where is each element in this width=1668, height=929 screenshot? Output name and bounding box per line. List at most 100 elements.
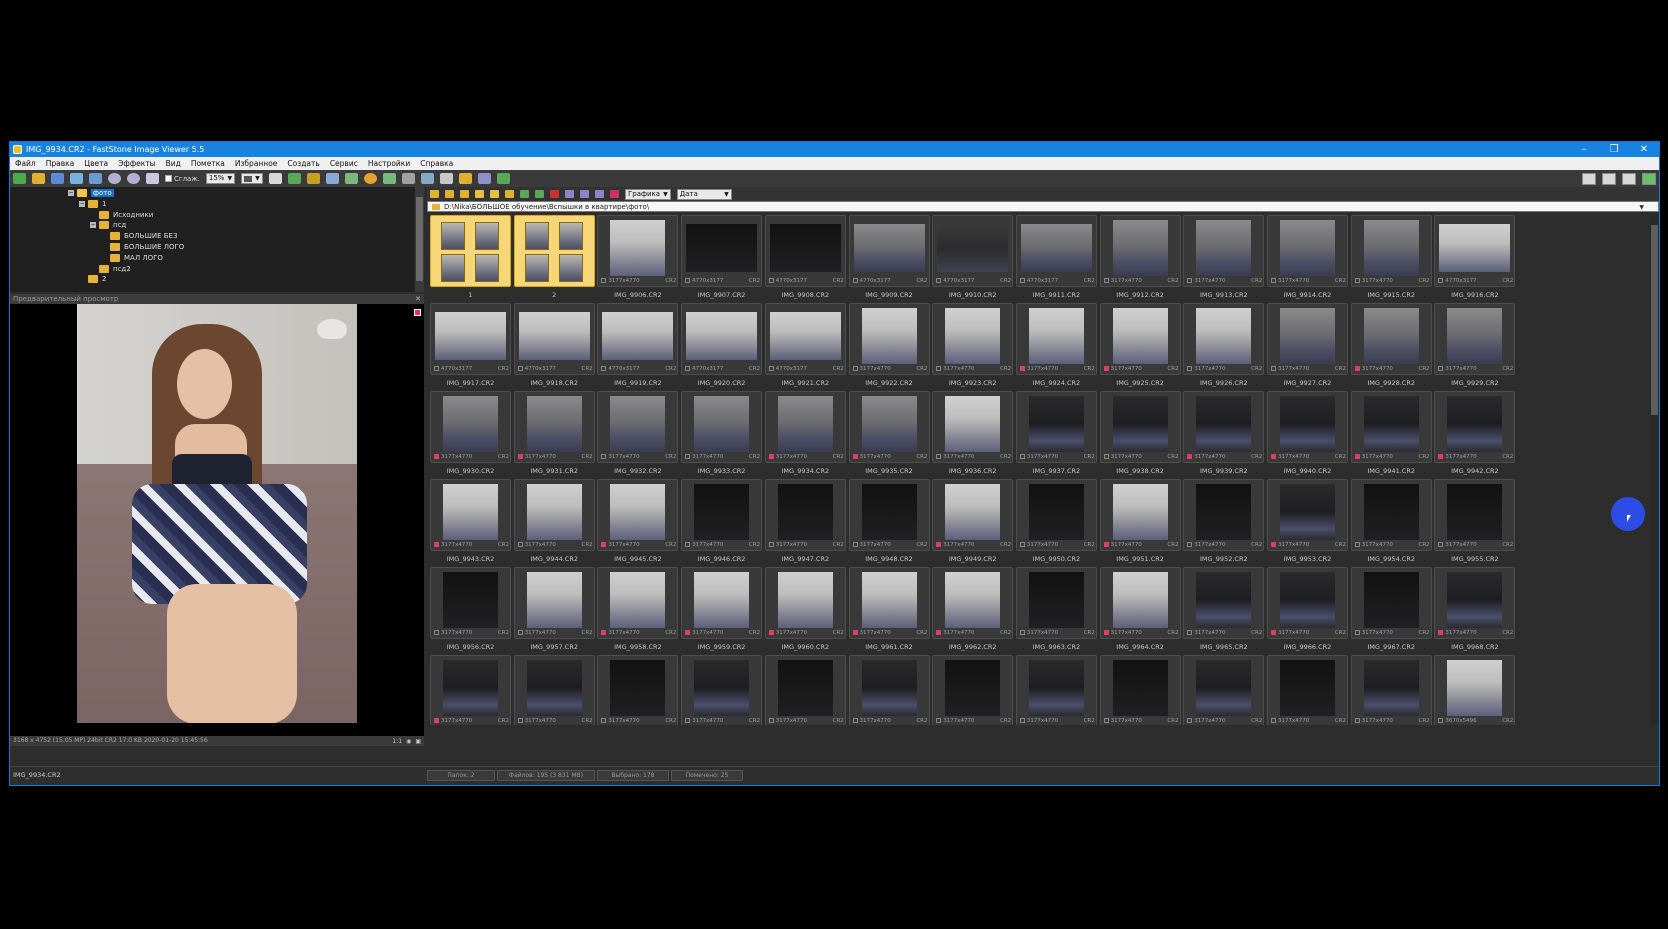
image-thumbnail[interactable]: 4770x3177 CR2 IMG_9916.CR2 (1434, 215, 1516, 303)
menu-item[interactable]: Сервис (325, 159, 363, 168)
image-thumbnail[interactable]: 4770x3177 CR2 IMG_9911.CR2 (1015, 215, 1097, 303)
grid-scrollbar-thumb[interactable] (1651, 225, 1658, 415)
tag-checkbox[interactable] (601, 454, 607, 459)
image-thumbnail[interactable]: 3177x4770 CR2 IMG_9960.CR2 (764, 567, 846, 655)
menu-item[interactable]: Правка (41, 159, 80, 168)
image-thumbnail[interactable]: 3177x4770 CR2 (764, 655, 846, 725)
thumbnail-frame[interactable]: 3177x4770 CR2 (932, 391, 1014, 463)
print-icon[interactable] (70, 173, 83, 184)
thumb-size-icon[interactable] (580, 190, 589, 198)
batch-icon[interactable] (420, 173, 434, 184)
thumbnail-frame[interactable]: 3177x4770 CR2 (681, 479, 763, 551)
thumbnail-frame[interactable]: 4770x3177 CR2 (764, 303, 846, 375)
image-thumbnail[interactable]: 3177x4770 CR2 IMG_9947.CR2 (764, 479, 846, 567)
image-thumbnail[interactable]: 4770x3177 CR2 IMG_9910.CR2 (932, 215, 1014, 303)
thumbnail-frame[interactable]: 3177x4770 CR2 (1183, 303, 1265, 375)
wallpaper-icon[interactable] (496, 173, 510, 184)
thumbnail-frame[interactable]: 3177x4770 CR2 (1267, 567, 1348, 639)
tag-checkbox[interactable] (1187, 278, 1193, 283)
email-icon[interactable] (89, 173, 102, 184)
tag-checkbox[interactable] (936, 278, 942, 283)
image-thumbnail[interactable]: 3177x4770 CR2 IMG_9940.CR2 (1267, 391, 1348, 479)
image-thumbnail[interactable]: 3670x5496 CR2 (1434, 655, 1516, 725)
menu-item[interactable]: Вид (161, 159, 186, 168)
image-thumbnail[interactable]: 3177x4770 CR2 IMG_9933.CR2 (681, 391, 763, 479)
tag-checkbox[interactable] (434, 366, 439, 371)
thumbnail-frame[interactable]: 3177x4770 CR2 (1434, 303, 1516, 375)
tag-checkbox[interactable] (1103, 278, 1109, 283)
thumbnail-frame[interactable]: 3177x4770 CR2 (932, 567, 1014, 639)
image-thumbnail[interactable]: 3177x4770 CR2 IMG_9925.CR2 (1099, 303, 1181, 391)
tag-checkbox[interactable] (768, 278, 774, 283)
tag-checkbox[interactable] (1438, 278, 1444, 283)
image-thumbnail[interactable]: 3177x4770 CR2 IMG_9913.CR2 (1183, 215, 1265, 303)
image-thumbnail[interactable]: 3177x4770 CR2 (1015, 655, 1097, 725)
thumbnail-frame[interactable]: 3177x4770 CR2 (1350, 215, 1432, 287)
tag-checkbox[interactable] (601, 630, 607, 635)
thumbnail-frame[interactable]: 4770x3177 CR2 (764, 215, 846, 287)
tag-checkbox[interactable] (768, 630, 774, 635)
up-folder-icon[interactable] (460, 190, 469, 198)
tree-item[interactable]: псд2 (90, 264, 131, 274)
thumbnail-frame[interactable]: 3177x4770 CR2 (597, 215, 679, 287)
image-thumbnail[interactable]: 3177x4770 CR2 IMG_9931.CR2 (513, 391, 595, 479)
rotate-right-icon[interactable] (306, 173, 320, 184)
folder-thumbnail[interactable]: 1 (430, 215, 511, 303)
image-thumbnail[interactable]: 4770x3177 CR2 IMG_9907.CR2 (681, 215, 763, 303)
open-icon[interactable] (13, 173, 26, 184)
thumbnail-frame[interactable]: 4770x3177 CR2 (681, 303, 763, 375)
tag-checkbox[interactable] (852, 366, 858, 371)
image-thumbnail[interactable]: 3177x4770 CR2 IMG_9923.CR2 (932, 303, 1014, 391)
image-thumbnail[interactable]: 3177x4770 CR2 IMG_9966.CR2 (1267, 567, 1348, 655)
view-select[interactable]: ▼ (241, 173, 263, 184)
tag-checkbox[interactable] (1271, 630, 1276, 635)
image-thumbnail[interactable]: 3177x4770 CR2 IMG_9942.CR2 (1434, 391, 1516, 479)
tag-checkbox[interactable] (852, 630, 858, 635)
scanner-icon[interactable] (477, 173, 491, 184)
image-thumbnail[interactable]: 3177x4770 CR2 (932, 655, 1014, 725)
tag-checkbox[interactable] (601, 366, 607, 371)
thumbnail-frame[interactable]: 3177x4770 CR2 (1099, 215, 1181, 287)
image-thumbnail[interactable]: 3177x4770 CR2 IMG_9964.CR2 (1099, 567, 1181, 655)
image-thumbnail[interactable]: 3177x4770 CR2 IMG_9955.CR2 (1434, 479, 1516, 567)
select-all-icon[interactable] (565, 190, 574, 198)
thumbnail-frame[interactable]: 3177x4770 CR2 (1267, 391, 1348, 463)
image-thumbnail[interactable]: 3177x4770 CR2 IMG_9939.CR2 (1183, 391, 1265, 479)
image-thumbnail[interactable]: 3177x4770 CR2 IMG_9951.CR2 (1099, 479, 1181, 567)
image-thumbnail[interactable]: 3177x4770 CR2 IMG_9927.CR2 (1267, 303, 1348, 391)
thumbnail-frame[interactable]: 3177x4770 CR2 (1350, 479, 1432, 551)
tag-checkbox[interactable] (852, 454, 858, 459)
thumbnail-frame[interactable]: 3177x4770 CR2 (430, 391, 511, 463)
ratio-label[interactable]: 1:1 (392, 737, 402, 747)
thumbnail-frame[interactable]: 4770x3177 CR2 (932, 215, 1014, 287)
image-thumbnail[interactable]: 3177x4770 CR2 IMG_9950.CR2 (1015, 479, 1097, 567)
tag-checkbox[interactable] (1103, 542, 1109, 547)
tag-checkbox[interactable] (1438, 718, 1444, 723)
tree-item[interactable]: − фото (68, 188, 114, 198)
favorites-icon[interactable] (475, 190, 484, 198)
thumbnail-frame[interactable]: 3177x4770 CR2 (430, 567, 511, 639)
thumbnail-frame[interactable]: 3177x4770 CR2 (597, 567, 679, 639)
menu-item[interactable]: Настройки (363, 159, 415, 168)
image-thumbnail[interactable]: 4770x3177 CR2 IMG_9917.CR2 (430, 303, 511, 391)
zoom-out-icon[interactable] (127, 173, 140, 184)
layout-thumbs-icon[interactable] (1602, 172, 1616, 185)
tag-checkbox[interactable] (1019, 542, 1025, 547)
image-thumbnail[interactable]: 3177x4770 CR2 (430, 655, 511, 725)
copy-icon[interactable] (505, 190, 514, 198)
image-thumbnail[interactable]: 3177x4770 CR2 IMG_9914.CR2 (1267, 215, 1348, 303)
thumbnail-frame[interactable]: 3177x4770 CR2 (848, 391, 930, 463)
tag-checkbox[interactable] (1354, 718, 1360, 723)
move-icon[interactable] (520, 190, 529, 198)
image-thumbnail[interactable]: 3177x4770 CR2 IMG_9956.CR2 (430, 567, 511, 655)
layout-preview-icon[interactable] (1622, 172, 1636, 185)
menu-item[interactable]: Эффекты (113, 159, 161, 168)
image-thumbnail[interactable]: 4770x3177 CR2 IMG_9920.CR2 (681, 303, 763, 391)
thumbnail-frame[interactable]: 3177x4770 CR2 (597, 655, 679, 725)
image-thumbnail[interactable]: 3177x4770 CR2 IMG_9954.CR2 (1350, 479, 1432, 567)
title-bar[interactable]: IMG_9934.CR2 - FastStone Image Viewer 5.… (10, 142, 1659, 157)
image-thumbnail[interactable]: 4770x3177 CR2 IMG_9919.CR2 (597, 303, 679, 391)
thumbnail-frame[interactable]: 4770x3177 CR2 (1434, 215, 1516, 287)
tag-checkbox[interactable] (434, 542, 439, 547)
tag-checkbox[interactable] (1187, 630, 1193, 635)
